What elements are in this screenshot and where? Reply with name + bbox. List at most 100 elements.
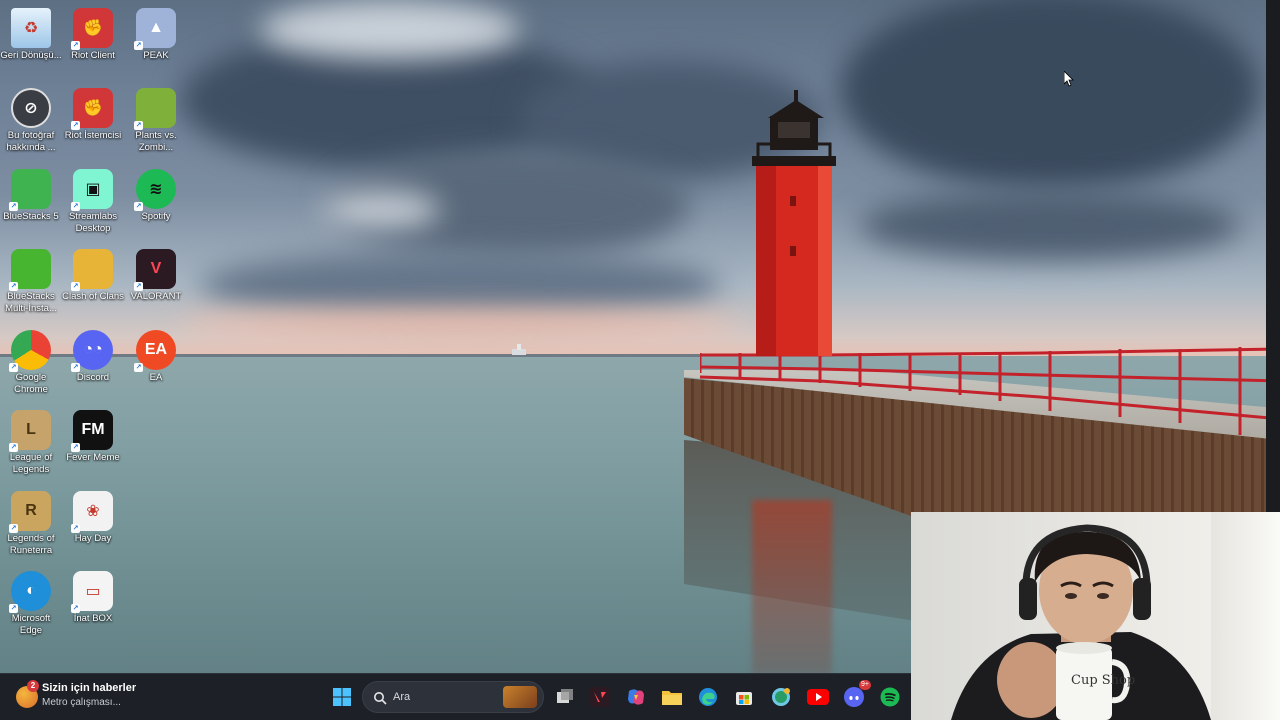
desktop-icon-bluestacks-multi[interactable]: ↗ BlueStacks Multi-İnsta... bbox=[0, 245, 62, 323]
shortcut-arrow-icon: ↗ bbox=[134, 41, 143, 50]
league-of-legends-icon: L ↗ bbox=[9, 410, 51, 452]
streamer-person: Cup Shop bbox=[951, 524, 1211, 720]
search-icon bbox=[374, 692, 387, 705]
desktop-icon-label: BlueStacks 5 bbox=[3, 211, 59, 222]
desktop-icon-label: Streamlabs Desktop bbox=[68, 211, 118, 234]
shortcut-arrow-icon: ↗ bbox=[9, 443, 18, 452]
ea-icon: EA ↗ bbox=[134, 330, 176, 372]
desktop-icon-valorant[interactable]: V ↗ VALORANT bbox=[125, 245, 187, 323]
desktop-icon-league-of-legends[interactable]: L ↗ League of Legends bbox=[0, 406, 62, 484]
news-badge: 2 bbox=[27, 680, 39, 692]
desktop-icon-riot-client[interactable]: ✊ ↗ Riot İstemcisi bbox=[62, 84, 124, 162]
desktop-icon-plants-vs-zombies[interactable]: ↗ Plants vs. Zombi... bbox=[125, 84, 187, 162]
desktop-icon-label: Bu fotoğraf hakkında ... bbox=[6, 130, 56, 153]
riot-client-icon: ✊ ↗ bbox=[71, 88, 113, 130]
desktop-icon-spotify[interactable]: ≋ ↗ Spotify bbox=[125, 165, 187, 243]
desktop-icon-recycle-bin[interactable]: ♻ Geri Dönüşü... bbox=[0, 4, 62, 82]
lighthouse-reflection bbox=[752, 500, 832, 675]
task-view-icon bbox=[557, 689, 573, 703]
taskbar-youtube[interactable] bbox=[803, 682, 833, 712]
news-subtitle: Metro çalışması... bbox=[42, 697, 121, 708]
taskbar: 2 Sizin için haberler Metro çalışması...… bbox=[0, 673, 912, 720]
cloud bbox=[320, 190, 440, 230]
desktop-icon-streamlabs[interactable]: ▣ ↗ Streamlabs Desktop bbox=[62, 165, 124, 243]
taskbar-copilot[interactable] bbox=[621, 682, 651, 712]
desktop-icon-label: League of Legends bbox=[9, 452, 53, 475]
task-view-button[interactable] bbox=[550, 682, 580, 712]
shortcut-arrow-icon: ↗ bbox=[71, 121, 80, 130]
desktop-icon-label: PEAK bbox=[143, 50, 169, 61]
valorant-icon bbox=[590, 687, 610, 707]
plants-vs-zombies-icon: ↗ bbox=[134, 88, 176, 130]
spotify-icon: ≋ ↗ bbox=[134, 169, 176, 211]
desktop-icon-clash-of-clans[interactable]: ↗ Clash of Clans bbox=[62, 245, 124, 323]
search-highlight-art-icon bbox=[503, 686, 537, 708]
desktop-icon-peak[interactable]: ▲ ↗ PEAK bbox=[125, 4, 187, 82]
desktop-icon-label: Spotify bbox=[141, 211, 171, 222]
peak-icon: ▲ ↗ bbox=[134, 8, 176, 50]
microsoft-store-icon bbox=[736, 692, 752, 705]
taskbar-file-explorer[interactable] bbox=[657, 682, 687, 712]
bluestacks-icon: ↗ bbox=[9, 169, 51, 211]
desktop-icon-ea[interactable]: EA ↗ EA bbox=[125, 326, 187, 404]
photo-info-icon: ⊘ bbox=[11, 88, 51, 128]
copilot-icon bbox=[628, 689, 644, 705]
desktop-icon-label: İnat BOX bbox=[73, 613, 113, 624]
valorant-icon: V ↗ bbox=[134, 249, 176, 291]
desktop-icon-label: Riot İstemcisi bbox=[64, 130, 122, 141]
desktop-icon-photo-info[interactable]: ⊘ Bu fotoğraf hakkında ... bbox=[0, 84, 62, 162]
shortcut-arrow-icon: ↗ bbox=[71, 282, 80, 291]
desktop-icon-inat-box[interactable]: ▭ ↗ İnat BOX bbox=[62, 567, 124, 645]
desktop-icon-discord[interactable]: ◔◔ ↗ Discord bbox=[62, 326, 124, 404]
desktop-icon-bluestacks[interactable]: ↗ BlueStacks 5 bbox=[0, 165, 62, 243]
lighthouse bbox=[752, 90, 836, 356]
mug-text: Cup Shop bbox=[1071, 673, 1135, 688]
desktop-icon-fever-meme[interactable]: FM ↗ Fever Meme bbox=[62, 406, 124, 484]
news-widget[interactable]: 2 Sizin için haberler Metro çalışması... bbox=[14, 680, 174, 714]
shortcut-arrow-icon: ↗ bbox=[134, 121, 143, 130]
taskbar-discord[interactable]: 9+ bbox=[839, 680, 871, 712]
shortcut-arrow-icon: ↗ bbox=[9, 363, 18, 372]
start-icon bbox=[333, 688, 351, 706]
webcam-overlay: Cup Shop bbox=[911, 512, 1280, 720]
desktop-icon-chrome[interactable]: ↗ Google Chrome bbox=[0, 326, 62, 404]
shortcut-arrow-icon: ↗ bbox=[9, 282, 18, 291]
taskbar-whatsapp[interactable] bbox=[766, 682, 796, 712]
inat-box-icon: ▭ ↗ bbox=[71, 571, 113, 613]
chrome-icon: ↗ bbox=[9, 330, 51, 372]
taskbar-store[interactable] bbox=[729, 682, 759, 712]
edge-icon: ◐ ↗ bbox=[9, 571, 51, 613]
whatsapp-icon bbox=[772, 688, 790, 706]
clash-of-clans-icon: ↗ bbox=[71, 249, 113, 291]
shortcut-arrow-icon: ↗ bbox=[71, 524, 80, 533]
spotify-icon bbox=[880, 687, 900, 707]
desktop-icon-label: Riot Client bbox=[71, 50, 115, 61]
shortcut-arrow-icon: ↗ bbox=[9, 202, 18, 211]
desktop-icon-riot-client[interactable]: ✊ ↗ Riot Client bbox=[62, 4, 124, 82]
legends-of-runeterra-icon: R ↗ bbox=[9, 491, 51, 533]
streamlabs-icon: ▣ ↗ bbox=[71, 169, 113, 211]
shortcut-arrow-icon: ↗ bbox=[9, 604, 18, 613]
desktop-icon-label: Fever Meme bbox=[66, 452, 120, 463]
desktop-icon-edge[interactable]: ◐ ↗ Microsoft Edge bbox=[0, 567, 62, 645]
riot-client-icon: ✊ ↗ bbox=[71, 8, 113, 50]
start-button[interactable] bbox=[327, 682, 357, 712]
fever-meme-icon: FM ↗ bbox=[71, 410, 113, 452]
desktop-icon-label: Geri Dönüşü... bbox=[0, 50, 62, 61]
desktop-icon-hay-day[interactable]: ❀ ↗ Hay Day bbox=[62, 487, 124, 565]
desktop-icons: ♻ Geri Dönüşü... ✊ ↗ Riot Client ▲ ↗ PEAK ⊘ Bu fo… bbox=[0, 0, 190, 660]
cloud bbox=[860, 190, 1240, 260]
taskbar-valorant[interactable] bbox=[585, 682, 615, 712]
taskbar-spotify[interactable] bbox=[875, 682, 905, 712]
taskbar-search[interactable]: Ara bbox=[362, 681, 544, 713]
discord-badge: 9+ bbox=[859, 680, 871, 690]
shortcut-arrow-icon: ↗ bbox=[134, 363, 143, 372]
youtube-icon bbox=[807, 689, 829, 705]
cloud bbox=[260, 0, 520, 60]
desktop-icon-legends-of-runeterra[interactable]: R ↗ Legends of Runeterra bbox=[0, 487, 62, 565]
taskbar-edge[interactable] bbox=[693, 682, 723, 712]
shortcut-arrow-icon: ↗ bbox=[134, 282, 143, 291]
search-placeholder: Ara bbox=[393, 691, 411, 703]
desktop-icon-label: Hay Day bbox=[74, 533, 112, 544]
shortcut-arrow-icon: ↗ bbox=[71, 363, 80, 372]
